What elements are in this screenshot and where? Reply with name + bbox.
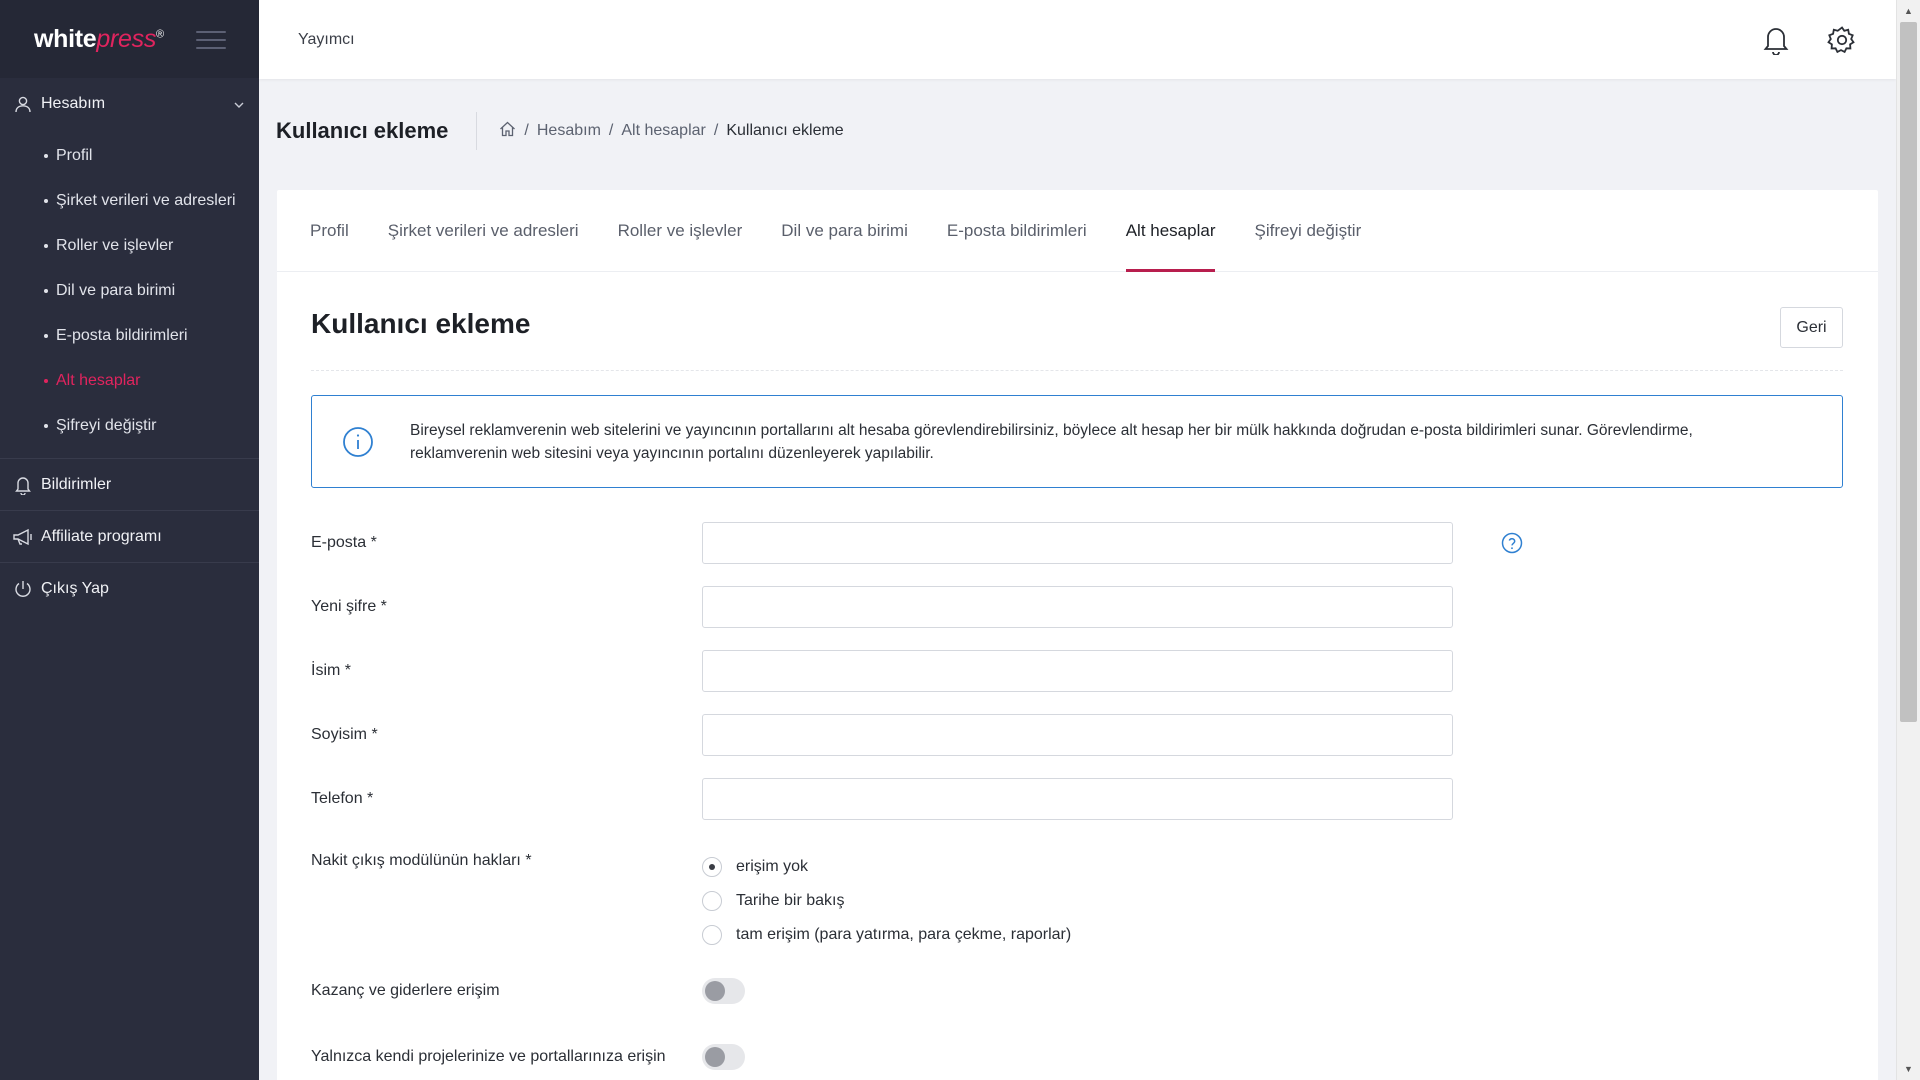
gear-icon[interactable] [1824,22,1860,58]
own-projects-row: Yalnızca kendi projelerinize ve portalla… [311,1044,745,1070]
password-row: Yeni şifre * [311,586,1453,628]
megaphone-icon [12,526,34,548]
top-bar-actions [1758,22,1860,58]
breadcrumb-link-account[interactable]: Hesabım [537,122,601,140]
info-text: Bireysel reklamverenin web sitelerini ve… [410,421,1693,462]
back-button[interactable]: Geri [1780,307,1843,348]
bell-icon [12,474,34,496]
sidebar-item-notifications[interactable]: Bildirimler [0,459,259,510]
radio-history-overview[interactable]: Tarihe bir bakış [702,884,1071,918]
sidebar-item-roles[interactable]: Roller ve işlevler [0,223,259,268]
title-divider [311,370,1843,371]
sidebar-section-notifications: Bildirimler [0,459,259,511]
user-role-label: Yayımcı [298,30,355,48]
tab-change-password[interactable]: Şifreyi değiştir [1254,190,1361,271]
content-card: Profil Şirket verileri ve adresleri Roll… [277,190,1878,1080]
tab-roles[interactable]: Roller ve işlevler [618,190,743,271]
email-field[interactable] [702,522,1453,564]
info-alert: Bireysel reklamverenin web sitelerini ve… [311,395,1843,488]
tab-subaccounts[interactable]: Alt hesaplar [1125,190,1215,272]
logo[interactable]: whitepress® [34,25,164,54]
sidebar-sublist: Profil Şirket verileri ve adresleri Roll… [0,129,259,458]
breadcrumb: / Hesabım / Alt hesaplar / Kullanıcı ekl… [499,121,844,142]
tab-email-notifications[interactable]: E-posta bildirimleri [947,190,1087,271]
user-icon [12,93,34,115]
email-label: E-posta * [311,534,377,551]
sidebar-item-language-currency[interactable]: Dil ve para birimi [0,268,259,313]
tab-company-data[interactable]: Şirket verileri ve adresleri [388,190,579,271]
top-bar: Yayımcı [259,0,1896,79]
name-row: İsim * [311,650,1453,692]
sidebar-item-profile[interactable]: Profil [0,133,259,178]
info-icon [342,426,374,458]
sidebar-item-label: Çıkış Yap [41,579,109,597]
breadcrumb-link-subaccounts[interactable]: Alt hesaplar [621,122,706,140]
sidebar-item-change-password[interactable]: Şifreyi değiştir [0,403,259,448]
sidebar-section-affiliate: Affiliate programı [0,511,259,563]
help-icon[interactable] [1501,532,1523,554]
sidebar-section-account: Hesabım Profil Şirket verileri ve adresl… [0,78,259,459]
sidebar-item-label: Affiliate programı [41,527,162,545]
surname-label: Soyisim * [311,726,378,743]
own-projects-toggle[interactable] [702,1044,745,1070]
scroll-up-icon[interactable]: ▲ [1904,6,1913,16]
surname-row: Soyisim * [311,714,1453,756]
sidebar-item-logout[interactable]: Çıkış Yap [0,563,259,614]
menu-icon[interactable] [196,31,226,49]
sidebar-item-company-data[interactable]: Şirket verileri ve adresleri [0,178,259,223]
home-icon[interactable] [499,121,516,142]
power-icon [12,578,34,600]
surname-field[interactable] [702,714,1453,756]
radio-button[interactable] [702,925,722,945]
cashout-row: Nakit çıkış modülünün hakları * [311,852,702,870]
account-tabs: Profil Şirket verileri ve adresleri Roll… [277,190,1878,272]
cashout-label: Nakit çıkış modülünün hakları * [311,852,532,869]
cashout-radio-group: erişim yok Tarihe bir bakış tam erişim (… [702,850,1071,952]
password-label: Yeni şifre * [311,598,387,615]
radio-button[interactable] [702,891,722,911]
name-field[interactable] [702,650,1453,692]
own-projects-label: Yalnızca kendi projelerinize ve portalla… [311,1048,666,1065]
bell-icon[interactable] [1758,22,1794,58]
brand-bar: whitepress® [0,0,259,78]
page-title: Kullanıcı ekleme [276,118,449,143]
scrollbar-thumb[interactable] [1900,22,1917,722]
sidebar-item-subaccounts[interactable]: Alt hesaplar [0,358,259,403]
sidebar-item-account[interactable]: Hesabım [0,78,259,129]
phone-label: Telefon * [311,790,374,807]
tab-profile[interactable]: Profil [310,190,349,271]
email-row: E-posta * [311,522,1523,564]
radio-button[interactable] [702,857,722,877]
chevron-down-icon [233,96,245,114]
name-label: İsim * [311,662,351,679]
sidebar-item-label: Hesabım [41,94,106,112]
sidebar-section-logout: Çıkış Yap [0,563,259,614]
tab-language-currency[interactable]: Dil ve para birimi [781,190,908,271]
phone-field[interactable] [702,778,1453,820]
earnings-access-row: Kazanç ve giderlere erişim [311,978,745,1004]
phone-row: Telefon * [311,778,1453,820]
header-divider [476,112,478,150]
sidebar-item-affiliate[interactable]: Affiliate programı [0,511,259,562]
earnings-access-label: Kazanç ve giderlere erişim [311,982,500,999]
page-scrollbar[interactable]: ▲ ▼ [1896,0,1920,1080]
sidebar-item-label: Bildirimler [41,475,112,493]
page-header: Kullanıcı ekleme / Hesabım / Alt hesapla… [276,112,844,150]
radio-full-access[interactable]: tam erişim (para yatırma, para çekme, ra… [702,918,1071,952]
sidebar: whitepress® Hesabım Profil Şirket verile… [0,0,259,1080]
form-title: Kullanıcı ekleme [311,308,531,339]
earnings-access-toggle[interactable] [702,978,745,1004]
scroll-down-icon[interactable]: ▼ [1904,1064,1913,1074]
password-field[interactable] [702,586,1453,628]
breadcrumb-current: Kullanıcı ekleme [726,122,844,139]
radio-no-access[interactable]: erişim yok [702,850,1071,884]
sidebar-item-email-notifications[interactable]: E-posta bildirimleri [0,313,259,358]
